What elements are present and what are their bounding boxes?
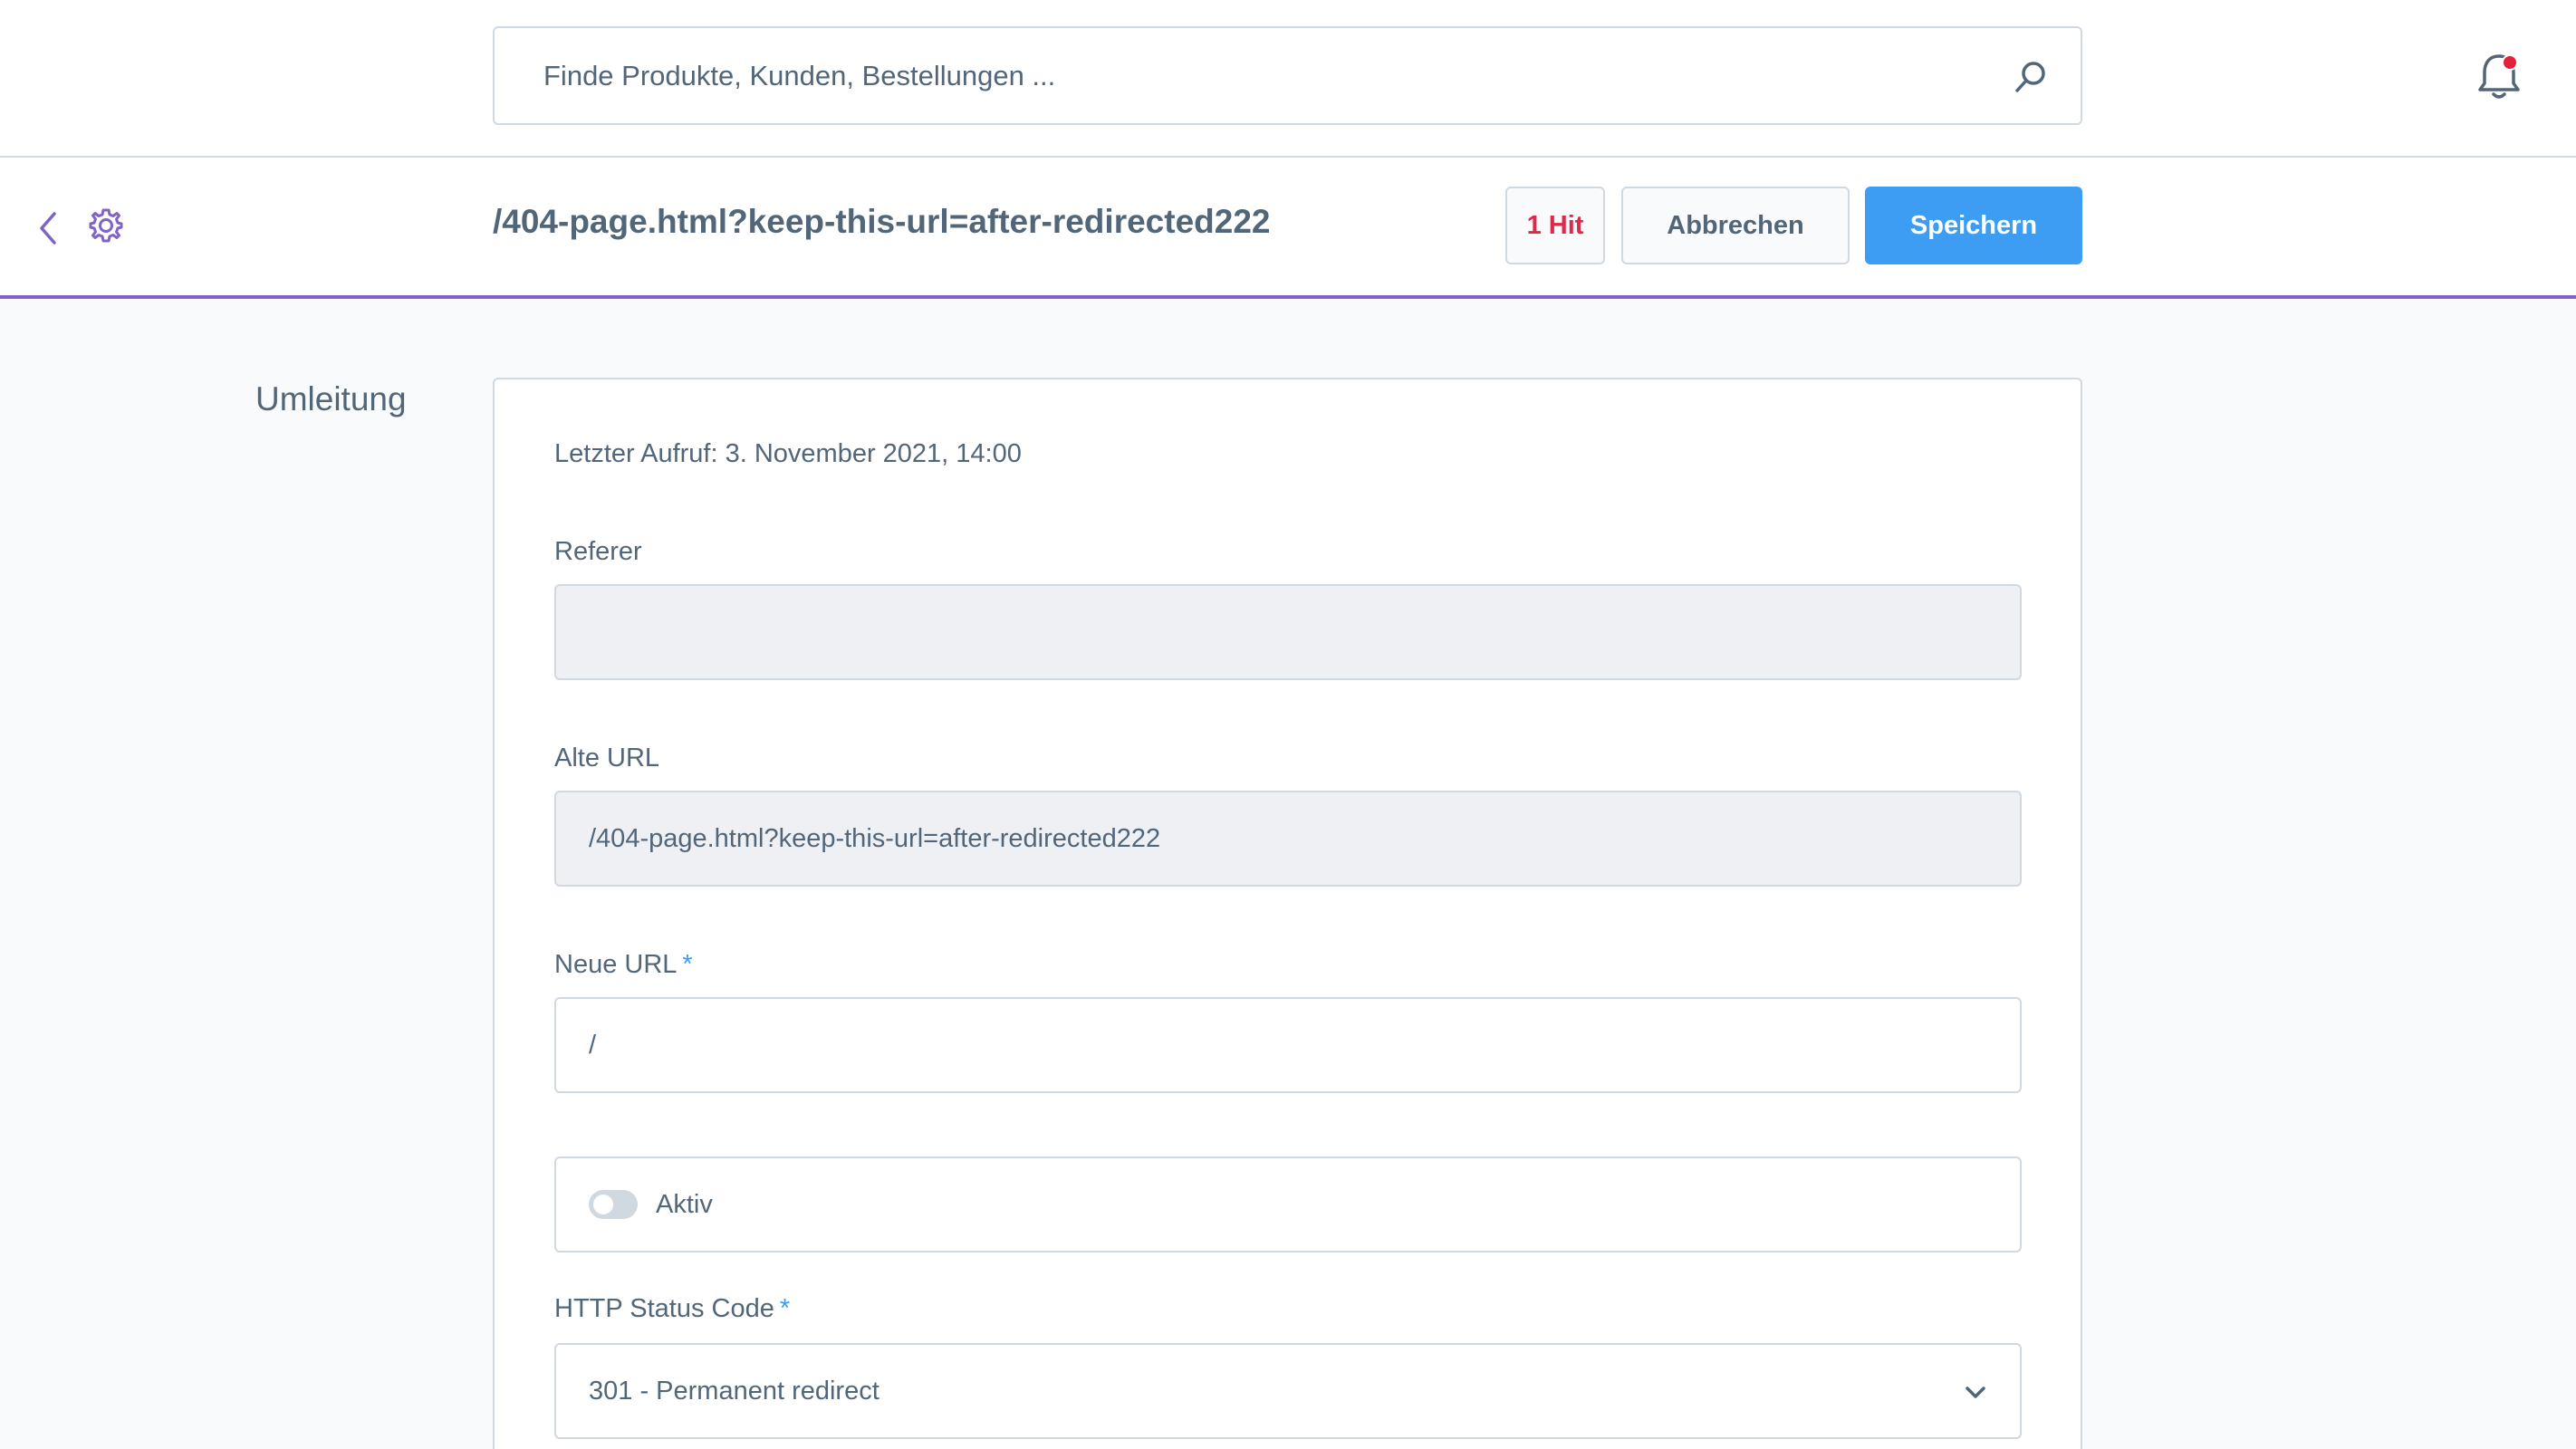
status-code-select[interactable]: 301 - Permanent redirect <box>554 1343 2022 1439</box>
page-title: /404-page.html?keep-this-url=after-redir… <box>493 203 1271 240</box>
back-arrow-icon[interactable] <box>34 208 62 248</box>
active-toggle[interactable] <box>589 1190 638 1219</box>
status-code-label: HTTP Status Code * <box>554 1294 790 1324</box>
redirect-card: Letzter Aufruf: 3. November 2021, 14:00 … <box>493 378 2082 1449</box>
last-call-info: Letzter Aufruf: 3. November 2021, 14:00 <box>554 439 1022 468</box>
status-code-label-text: HTTP Status Code <box>554 1294 774 1323</box>
new-url-label-text: Neue URL <box>554 950 678 979</box>
required-mark: * <box>779 1294 791 1323</box>
search-input[interactable] <box>543 28 1956 123</box>
gear-icon[interactable] <box>87 206 125 245</box>
search-icon[interactable] <box>2013 59 2049 95</box>
global-search[interactable] <box>493 26 2082 125</box>
smart-bar: /404-page.html?keep-this-url=after-redir… <box>0 158 2576 299</box>
toggle-knob <box>593 1195 613 1214</box>
chevron-down-icon <box>1966 1387 1985 1398</box>
required-mark: * <box>682 950 693 979</box>
save-button[interactable]: Speichern <box>1865 187 2082 264</box>
referer-field <box>554 584 2022 680</box>
active-label: Aktiv <box>656 1189 713 1219</box>
hits-badge: 1 Hit <box>1505 187 1605 264</box>
active-toggle-row[interactable]: Aktiv <box>554 1156 2022 1252</box>
old-url-field: /404-page.html?keep-this-url=after-redir… <box>554 791 2022 887</box>
notification-dot <box>2502 54 2518 71</box>
new-url-label: Neue URL * <box>554 950 693 980</box>
top-bar <box>0 0 2576 158</box>
new-url-input[interactable]: / <box>554 997 2022 1093</box>
referer-label: Referer <box>554 537 642 566</box>
status-code-value: 301 - Permanent redirect <box>589 1376 879 1406</box>
old-url-label: Alte URL <box>554 744 660 772</box>
section-title: Umleitung <box>255 380 407 417</box>
cancel-button[interactable]: Abbrechen <box>1621 187 1850 264</box>
